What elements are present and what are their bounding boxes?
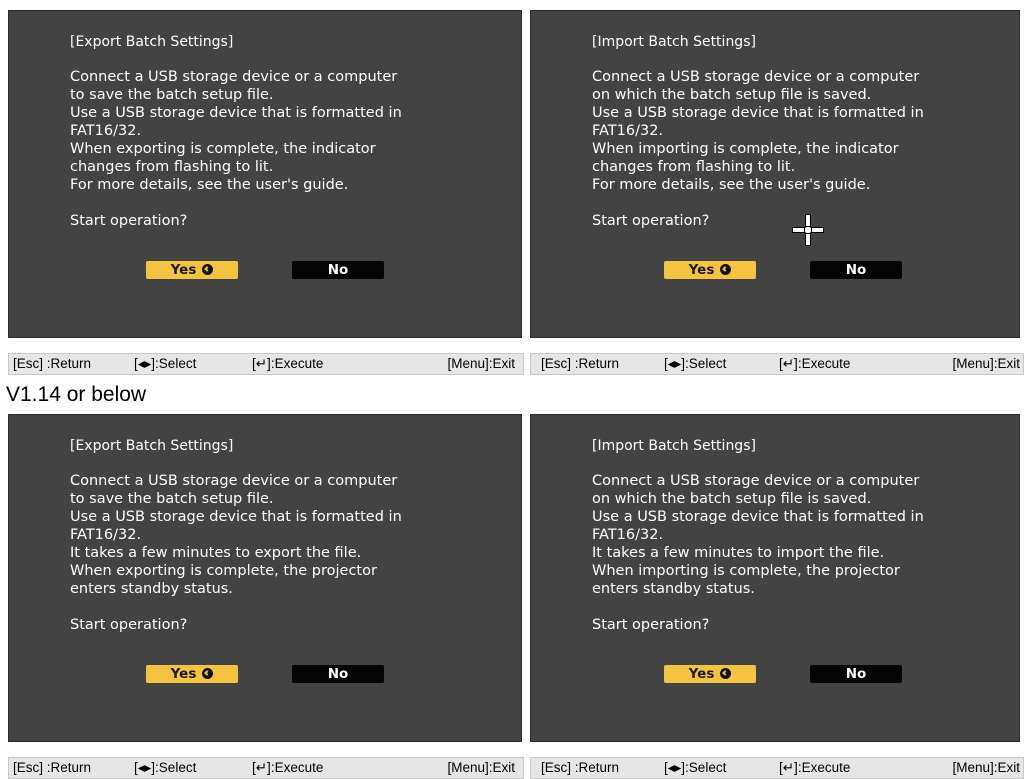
message-line: FAT16/32. [592, 527, 664, 543]
dialog-title: [Import Batch Settings] [592, 438, 756, 454]
import-dialog-legacy: [Import Batch Settings] Connect a USB st… [530, 414, 1020, 742]
exit-hint: [Menu]:Exit [952, 356, 1020, 371]
start-operation-prompt: Start operation? [70, 213, 188, 229]
no-button[interactable]: No [810, 665, 902, 683]
message-line: on which the batch setup file is saved. [592, 87, 872, 103]
return-hint: [Esc] :Return [13, 760, 92, 775]
status-bar: [Esc] :Return [◂▸]:Select [↵]:Execute [M… [530, 353, 1024, 375]
return-hint: [Esc] :Return [541, 356, 620, 371]
execute-hint: [↵]:Execute [779, 760, 851, 775]
message-line: changes from flashing to lit. [592, 159, 796, 175]
message-line: It takes a few minutes to export the fil… [70, 545, 362, 561]
message-line: FAT16/32. [592, 123, 664, 139]
select-hint: [◂▸]:Select [134, 760, 197, 775]
yes-label: Yes [170, 666, 197, 682]
message-line: For more details, see the user's guide. [70, 177, 349, 193]
dialog-message: Connect a USB storage device or a comput… [70, 472, 490, 598]
message-line: It takes a few minutes to import the fil… [592, 545, 885, 561]
yes-button[interactable]: Yes [146, 665, 238, 683]
message-line: Connect a USB storage device or a comput… [592, 473, 920, 489]
message-line: enters standby status. [592, 581, 755, 597]
execute-hint: [↵]:Execute [252, 356, 324, 371]
message-line: to save the batch setup file. [70, 491, 274, 507]
enter-icon [720, 264, 732, 275]
exit-hint: [Menu]:Exit [447, 760, 515, 775]
yes-button[interactable]: Yes [146, 261, 238, 279]
message-line: Use a USB storage device that is formatt… [592, 509, 924, 525]
select-hint: [◂▸]:Select [664, 760, 727, 775]
message-line: to save the batch setup file. [70, 87, 274, 103]
export-dialog-new: [Export Batch Settings] Connect a USB st… [8, 10, 522, 338]
message-line: Use a USB storage device that is formatt… [70, 105, 402, 121]
message-line: For more details, see the user's guide. [592, 177, 871, 193]
no-button[interactable]: No [810, 261, 902, 279]
no-label: No [327, 262, 349, 278]
execute-hint: [↵]:Execute [252, 760, 324, 775]
exit-hint: [Menu]:Exit [952, 760, 1020, 775]
message-line: Connect a USB storage device or a comput… [70, 473, 398, 489]
dialog-title: [Export Batch Settings] [70, 34, 234, 50]
no-label: No [327, 666, 349, 682]
start-operation-prompt: Start operation? [70, 617, 188, 633]
select-hint: [◂▸]:Select [134, 356, 197, 371]
no-button[interactable]: No [292, 665, 384, 683]
yes-label: Yes [688, 262, 715, 278]
no-label: No [845, 262, 867, 278]
enter-icon [720, 668, 732, 679]
status-bar: [Esc] :Return [◂▸]:Select [↵]:Execute [M… [8, 353, 524, 375]
message-line: Connect a USB storage device or a comput… [70, 69, 398, 85]
status-bar: [Esc] :Return [◂▸]:Select [↵]:Execute [M… [530, 757, 1024, 779]
export-dialog-legacy: [Export Batch Settings] Connect a USB st… [8, 414, 522, 742]
return-hint: [Esc] :Return [13, 356, 92, 371]
dialog-message: Connect a USB storage device or a comput… [592, 68, 1012, 194]
message-line: enters standby status. [70, 581, 233, 597]
enter-icon [202, 264, 214, 275]
no-label: No [845, 666, 867, 682]
message-line: FAT16/32. [70, 123, 142, 139]
message-line: Use a USB storage device that is formatt… [70, 509, 402, 525]
message-line: When exporting is complete, the projecto… [70, 563, 377, 579]
message-line: changes from flashing to lit. [70, 159, 274, 175]
status-bar: [Esc] :Return [◂▸]:Select [↵]:Execute [M… [8, 757, 524, 779]
crosshair-cursor-icon [792, 214, 824, 246]
version-label: V1.14 or below [6, 383, 147, 406]
message-line: Use a USB storage device that is formatt… [592, 105, 924, 121]
message-line: on which the batch setup file is saved. [592, 491, 872, 507]
dialog-message: Connect a USB storage device or a comput… [70, 68, 490, 194]
no-button[interactable]: No [292, 261, 384, 279]
dialog-title: [Import Batch Settings] [592, 34, 756, 50]
return-hint: [Esc] :Return [541, 760, 620, 775]
message-line: When importing is complete, the projecto… [592, 563, 900, 579]
exit-hint: [Menu]:Exit [447, 356, 515, 371]
enter-icon [202, 668, 214, 679]
message-line: FAT16/32. [70, 527, 142, 543]
message-line: When exporting is complete, the indicato… [70, 141, 376, 157]
start-operation-prompt: Start operation? [592, 617, 710, 633]
import-dialog-new: [Import Batch Settings] Connect a USB st… [530, 10, 1020, 338]
yes-button[interactable]: Yes [664, 665, 756, 683]
message-line: When importing is complete, the indicato… [592, 141, 899, 157]
dialog-message: Connect a USB storage device or a comput… [592, 472, 1012, 598]
message-line: Connect a USB storage device or a comput… [592, 69, 920, 85]
yes-label: Yes [170, 262, 197, 278]
select-hint: [◂▸]:Select [664, 356, 727, 371]
execute-hint: [↵]:Execute [779, 356, 851, 371]
dialog-title: [Export Batch Settings] [70, 438, 234, 454]
yes-label: Yes [688, 666, 715, 682]
yes-button[interactable]: Yes [664, 261, 756, 279]
